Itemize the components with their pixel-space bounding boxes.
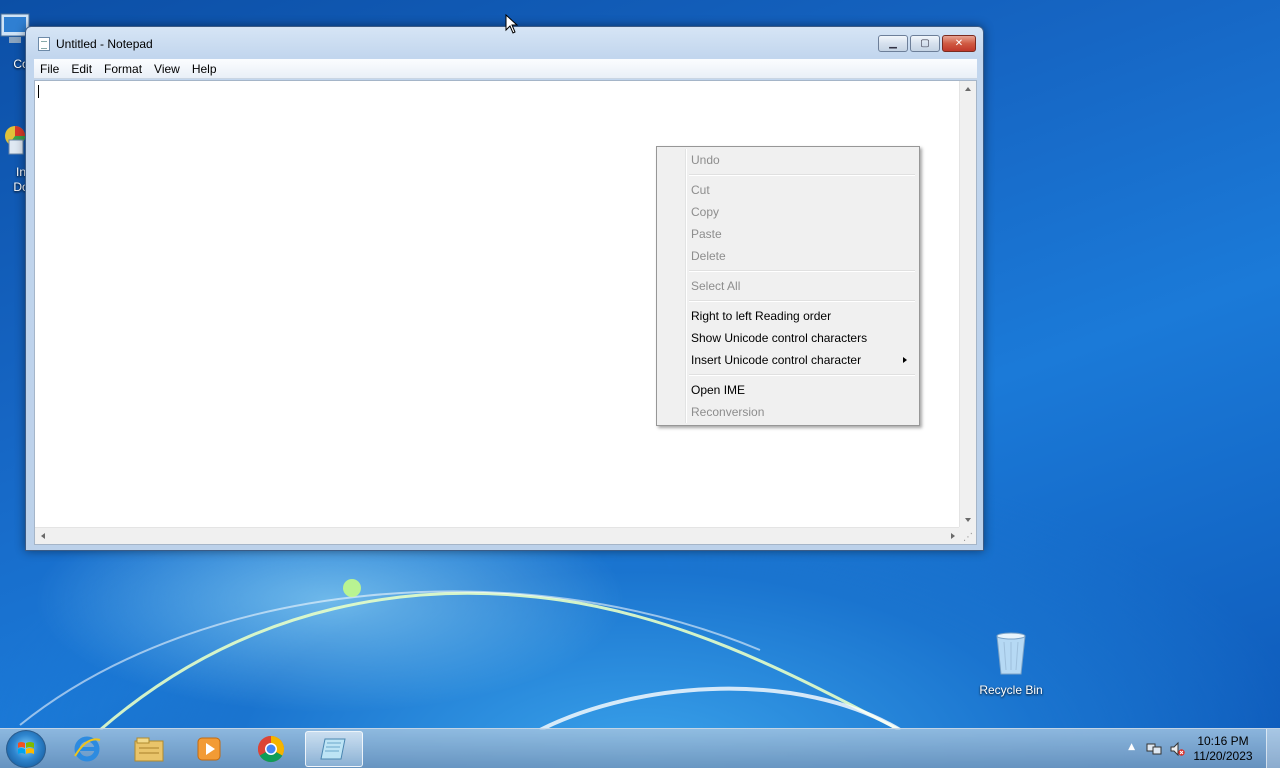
menu-bar: File Edit Format View Help (34, 59, 977, 79)
file-explorer-icon (134, 737, 164, 762)
clock-date: 11/20/2023 (1193, 749, 1253, 763)
menu-edit[interactable]: Edit (65, 62, 98, 76)
clock-time: 10:16 PM (1197, 734, 1249, 748)
ctx-cut[interactable]: Cut (659, 179, 917, 201)
desktop-icon-recycle-bin[interactable]: Recycle Bin (976, 630, 1046, 697)
minimize-icon: ▁ (889, 38, 897, 49)
window-title: Untitled - Notepad (56, 37, 153, 51)
scroll-right-icon[interactable] (951, 533, 955, 539)
ctx-undo[interactable]: Undo (659, 149, 917, 171)
wallpaper-swoosh (19, 579, 902, 730)
ctx-reconversion[interactable]: Reconversion (659, 401, 917, 423)
ctx-select-all[interactable]: Select All (659, 275, 917, 297)
scroll-left-icon[interactable] (41, 533, 45, 539)
chrome-icon (257, 735, 285, 763)
recycle-bin-icon (976, 630, 1046, 679)
show-hidden-icons-icon[interactable]: ▲ (1128, 742, 1135, 752)
menu-view[interactable]: View (148, 62, 186, 76)
menu-separator (687, 267, 917, 275)
ctx-copy[interactable]: Copy (659, 201, 917, 223)
show-desktop-button[interactable] (1266, 729, 1280, 768)
resize-grip[interactable] (959, 527, 976, 544)
menu-separator (687, 371, 917, 379)
maximize-button[interactable]: ▢ (910, 35, 940, 52)
notepad-icon (38, 37, 50, 51)
close-button[interactable]: ✕ (942, 35, 976, 52)
menu-file[interactable]: File (34, 62, 65, 76)
taskbar-notepad[interactable] (305, 731, 363, 767)
taskbar-clock[interactable]: 10:16 PM 11/20/2023 (1188, 734, 1258, 764)
menu-format[interactable]: Format (98, 62, 148, 76)
submenu-arrow-icon (903, 357, 907, 363)
network-icon[interactable] (1146, 741, 1162, 760)
ctx-insert-unicode-control[interactable]: Insert Unicode control character (659, 349, 917, 371)
menu-separator (687, 171, 917, 179)
maximize-icon: ▢ (920, 38, 930, 49)
vertical-scrollbar[interactable] (959, 81, 976, 528)
ctx-paste[interactable]: Paste (659, 223, 917, 245)
windows-logo-icon (18, 742, 34, 754)
taskbar-internet-explorer[interactable] (58, 731, 116, 767)
taskbar-file-explorer[interactable] (120, 731, 178, 767)
context-menu: Undo Cut Copy Paste Delete Select All Ri… (656, 146, 920, 426)
taskbar: ▲ 10:16 PM 11/20/2023 (0, 728, 1280, 768)
text-caret (38, 85, 39, 98)
volume-muted-icon[interactable] (1169, 741, 1185, 760)
horizontal-scrollbar[interactable] (35, 527, 961, 544)
desktop-icon-label: Recycle Bin (979, 683, 1043, 697)
media-player-icon (197, 737, 221, 761)
close-icon: ✕ (954, 38, 964, 49)
scroll-down-icon[interactable] (965, 518, 971, 522)
scroll-up-icon[interactable] (965, 87, 971, 91)
ctx-show-unicode-control[interactable]: Show Unicode control characters (659, 327, 917, 349)
ctx-delete[interactable]: Delete (659, 245, 917, 267)
menu-separator (687, 297, 917, 305)
start-button[interactable] (6, 730, 46, 768)
ctx-insert-unicode-label: Insert Unicode control character (691, 353, 862, 367)
ctx-open-ime[interactable]: Open IME (659, 379, 917, 401)
internet-explorer-icon (74, 736, 101, 762)
menu-help[interactable]: Help (186, 62, 223, 76)
caption-buttons: ▁ ▢ ✕ (878, 35, 976, 53)
taskbar-chrome[interactable] (242, 731, 300, 767)
notepad-icon (320, 738, 346, 760)
taskbar-media-player[interactable] (180, 731, 238, 767)
ctx-rtl-reading-order[interactable]: Right to left Reading order (659, 305, 917, 327)
mouse-pointer-icon (505, 14, 519, 34)
minimize-button[interactable]: ▁ (878, 35, 908, 52)
